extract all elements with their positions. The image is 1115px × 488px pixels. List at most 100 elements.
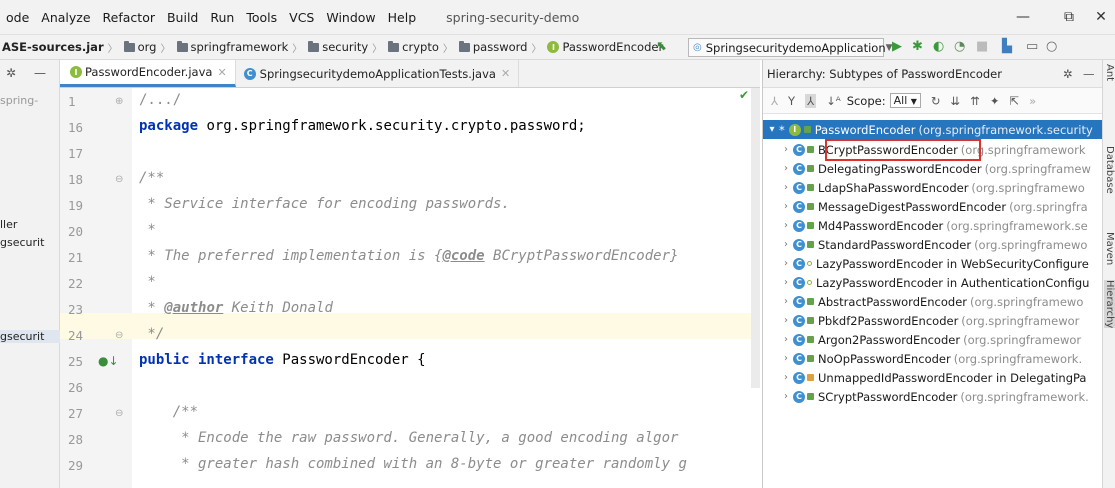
close-icon[interactable]: ✕ <box>501 67 510 80</box>
breadcrumb-passwordencoder[interactable]: PasswordEncoder <box>562 40 663 54</box>
hierarchy-item[interactable]: › C StandardPasswordEncoder (org.springfram… <box>763 235 1103 254</box>
gear-icon[interactable]: ✲ <box>1063 67 1073 81</box>
fold-icon[interactable]: ⊖ <box>115 330 123 341</box>
public-visibility-icon <box>807 355 814 362</box>
close-icon[interactable]: ✕ <box>217 66 226 79</box>
collapse-all-icon[interactable]: ⇈ <box>970 94 980 108</box>
menu-code[interactable]: ode <box>0 10 35 25</box>
menu-vcs[interactable]: VCS <box>283 10 320 25</box>
breadcrumb-crypto[interactable]: crypto <box>402 40 439 54</box>
menu-tools[interactable]: Tools <box>240 10 283 25</box>
package-name: (org.springframewo <box>970 294 1084 309</box>
minimize-panel-icon[interactable]: — <box>1083 67 1095 81</box>
tool-window-maven[interactable]: Maven <box>1104 232 1115 265</box>
hierarchy-item[interactable]: › C DelegatingPasswordEncoder (org.springfr… <box>763 159 1103 178</box>
code-editor[interactable] <box>132 88 760 488</box>
menu-refactor[interactable]: Refactor <box>97 10 161 25</box>
chevron-right-icon[interactable]: › <box>779 372 793 383</box>
editor-scrollbar[interactable] <box>751 88 760 388</box>
sort-icon[interactable]: ↓ᴬ <box>826 94 841 108</box>
hierarchy-item[interactable]: › C LazyPasswordEncoder in WebSecurityConf… <box>763 254 1103 273</box>
folder-icon <box>458 40 470 52</box>
hierarchy-item[interactable]: › C UnmappedIdPasswordEncoder in Delegatin… <box>763 368 1103 387</box>
breadcrumb-password[interactable]: password <box>473 40 528 54</box>
chevron-right-icon[interactable]: › <box>779 258 793 269</box>
minimize-button[interactable]: — <box>1000 0 1046 34</box>
debug-icon[interactable]: ✱ <box>912 38 923 56</box>
menu-build[interactable]: Build <box>161 10 204 25</box>
line-number: 16 <box>68 120 84 135</box>
fold-icon[interactable]: ⊖ <box>115 174 123 185</box>
menu-help[interactable]: Help <box>382 10 423 25</box>
right-tool-strip: Ant Database Maven Hierarchy <box>1102 60 1115 488</box>
hierarchy-item[interactable]: › C MessageDigestPasswordEncoder (org.sprin… <box>763 197 1103 216</box>
hierarchy-item[interactable]: › C LdapShaPasswordEncoder (org.springframe… <box>763 178 1103 197</box>
chevron-right-icon[interactable]: › <box>779 239 793 250</box>
hierarchy-item[interactable]: › C Md4PasswordEncoder (org.springframework… <box>763 216 1103 235</box>
tool-window-ant[interactable]: Ant <box>1104 64 1115 81</box>
more-icon[interactable]: » <box>1029 94 1036 108</box>
chevron-right-icon[interactable]: › <box>779 144 793 155</box>
project-tree-item[interactable]: spring- <box>0 94 38 107</box>
gear-icon[interactable]: ✲ <box>6 66 16 80</box>
chevron-right-icon[interactable]: › <box>779 391 793 402</box>
chevron-right-icon[interactable]: › <box>779 182 793 193</box>
hierarchy-item[interactable]: › C LazyPasswordEncoder in AuthenticationC… <box>763 273 1103 292</box>
chevron-right-icon[interactable]: › <box>779 201 793 212</box>
chevron-right-icon[interactable]: › <box>779 220 793 231</box>
menu-run[interactable]: Run <box>204 10 240 25</box>
breadcrumb-security[interactable]: security <box>322 40 368 54</box>
tool-window-database[interactable]: Database <box>1104 146 1115 194</box>
root-marker-icon: * <box>779 122 785 137</box>
chevron-right-icon[interactable]: › <box>779 163 793 174</box>
refresh-icon[interactable]: ↻ <box>931 94 941 108</box>
chevron-right-icon[interactable]: › <box>779 353 793 364</box>
minimize-panel-icon[interactable]: — <box>34 66 46 80</box>
export-icon[interactable]: ⇱ <box>1009 94 1019 108</box>
code-text: * <box>139 300 165 316</box>
breadcrumb-springframework[interactable]: springframework <box>191 40 289 54</box>
project-tree-item[interactable]: ller <box>0 218 17 231</box>
chevron-right-icon[interactable]: › <box>779 296 793 307</box>
hierarchy-root-item[interactable]: ▾ * I PasswordEncoder (org.springframewo… <box>763 120 1103 139</box>
breadcrumb-org[interactable]: org <box>138 40 157 54</box>
tab-passwordencoder[interactable]: I PasswordEncoder.java ✕ <box>60 60 236 87</box>
menu-analyze[interactable]: Analyze <box>35 10 96 25</box>
chevron-right-icon[interactable]: › <box>779 334 793 345</box>
supertypes-icon[interactable]: ⅄ <box>771 94 778 108</box>
search-icon[interactable]: ○ <box>1046 38 1057 56</box>
hierarchy-item[interactable]: › C Pbkdf2PasswordEncoder (org.springframew… <box>763 311 1103 330</box>
subtypes-icon[interactable]: ⅄ <box>805 93 817 108</box>
chevron-right-icon[interactable]: › <box>779 315 793 326</box>
stop-icon[interactable]: ■ <box>976 38 988 56</box>
tool-window-hierarchy[interactable]: Hierarchy <box>1104 280 1115 329</box>
hierarchy-item[interactable]: › C SCryptPasswordEncoder (org.springframew… <box>763 387 1103 406</box>
project-structure-icon[interactable]: ▙ <box>1002 38 1012 56</box>
class-name: PasswordEncoder <box>814 122 916 137</box>
fold-icon[interactable]: ⊕ <box>115 96 123 107</box>
type-hierarchy-icon[interactable]: Y <box>788 94 795 108</box>
project-tree-item[interactable]: gsecurit <box>0 236 44 249</box>
menu-window[interactable]: Window <box>320 10 381 25</box>
chevron-right-icon[interactable]: › <box>779 277 793 288</box>
breadcrumb-jar[interactable]: ASE-sources.jar <box>2 40 104 54</box>
coverage-icon[interactable]: ◐ <box>933 38 944 56</box>
profile-icon[interactable]: ◔ <box>954 38 965 56</box>
tab-springsecuritydemoapplicationtests[interactable]: C SpringsecuritydemoApplicationTests.jav… <box>236 60 520 87</box>
run-icon[interactable]: ▶ <box>892 38 902 56</box>
fold-icon[interactable]: ⊖ <box>115 408 123 419</box>
back-arrow-icon[interactable]: ⬉ <box>656 39 667 54</box>
pin-icon[interactable]: ✦ <box>990 94 1000 108</box>
run-config-select[interactable]: ◎ SpringsecuritydemoApplication ▼ <box>688 38 893 57</box>
expand-all-icon[interactable]: ⇊ <box>951 94 961 108</box>
project-tree-item-selected[interactable]: gsecurit <box>0 330 60 343</box>
hierarchy-item[interactable]: › C Argon2PasswordEncoder (org.springframew… <box>763 330 1103 349</box>
class-name: NoOpPasswordEncoder <box>818 351 951 366</box>
scope-select[interactable]: All ▼ <box>889 93 921 108</box>
chevron-down-icon[interactable]: ▾ <box>765 124 779 135</box>
close-button[interactable]: ✕ <box>1078 0 1115 34</box>
implemented-marker-icon[interactable]: ●↓ <box>98 354 119 368</box>
layout-icon[interactable]: ▭ <box>1026 38 1038 56</box>
hierarchy-item[interactable]: › C AbstractPasswordEncoder (org.springfram… <box>763 292 1103 311</box>
hierarchy-item[interactable]: › C NoOpPasswordEncoder (org.springframewor… <box>763 349 1103 368</box>
